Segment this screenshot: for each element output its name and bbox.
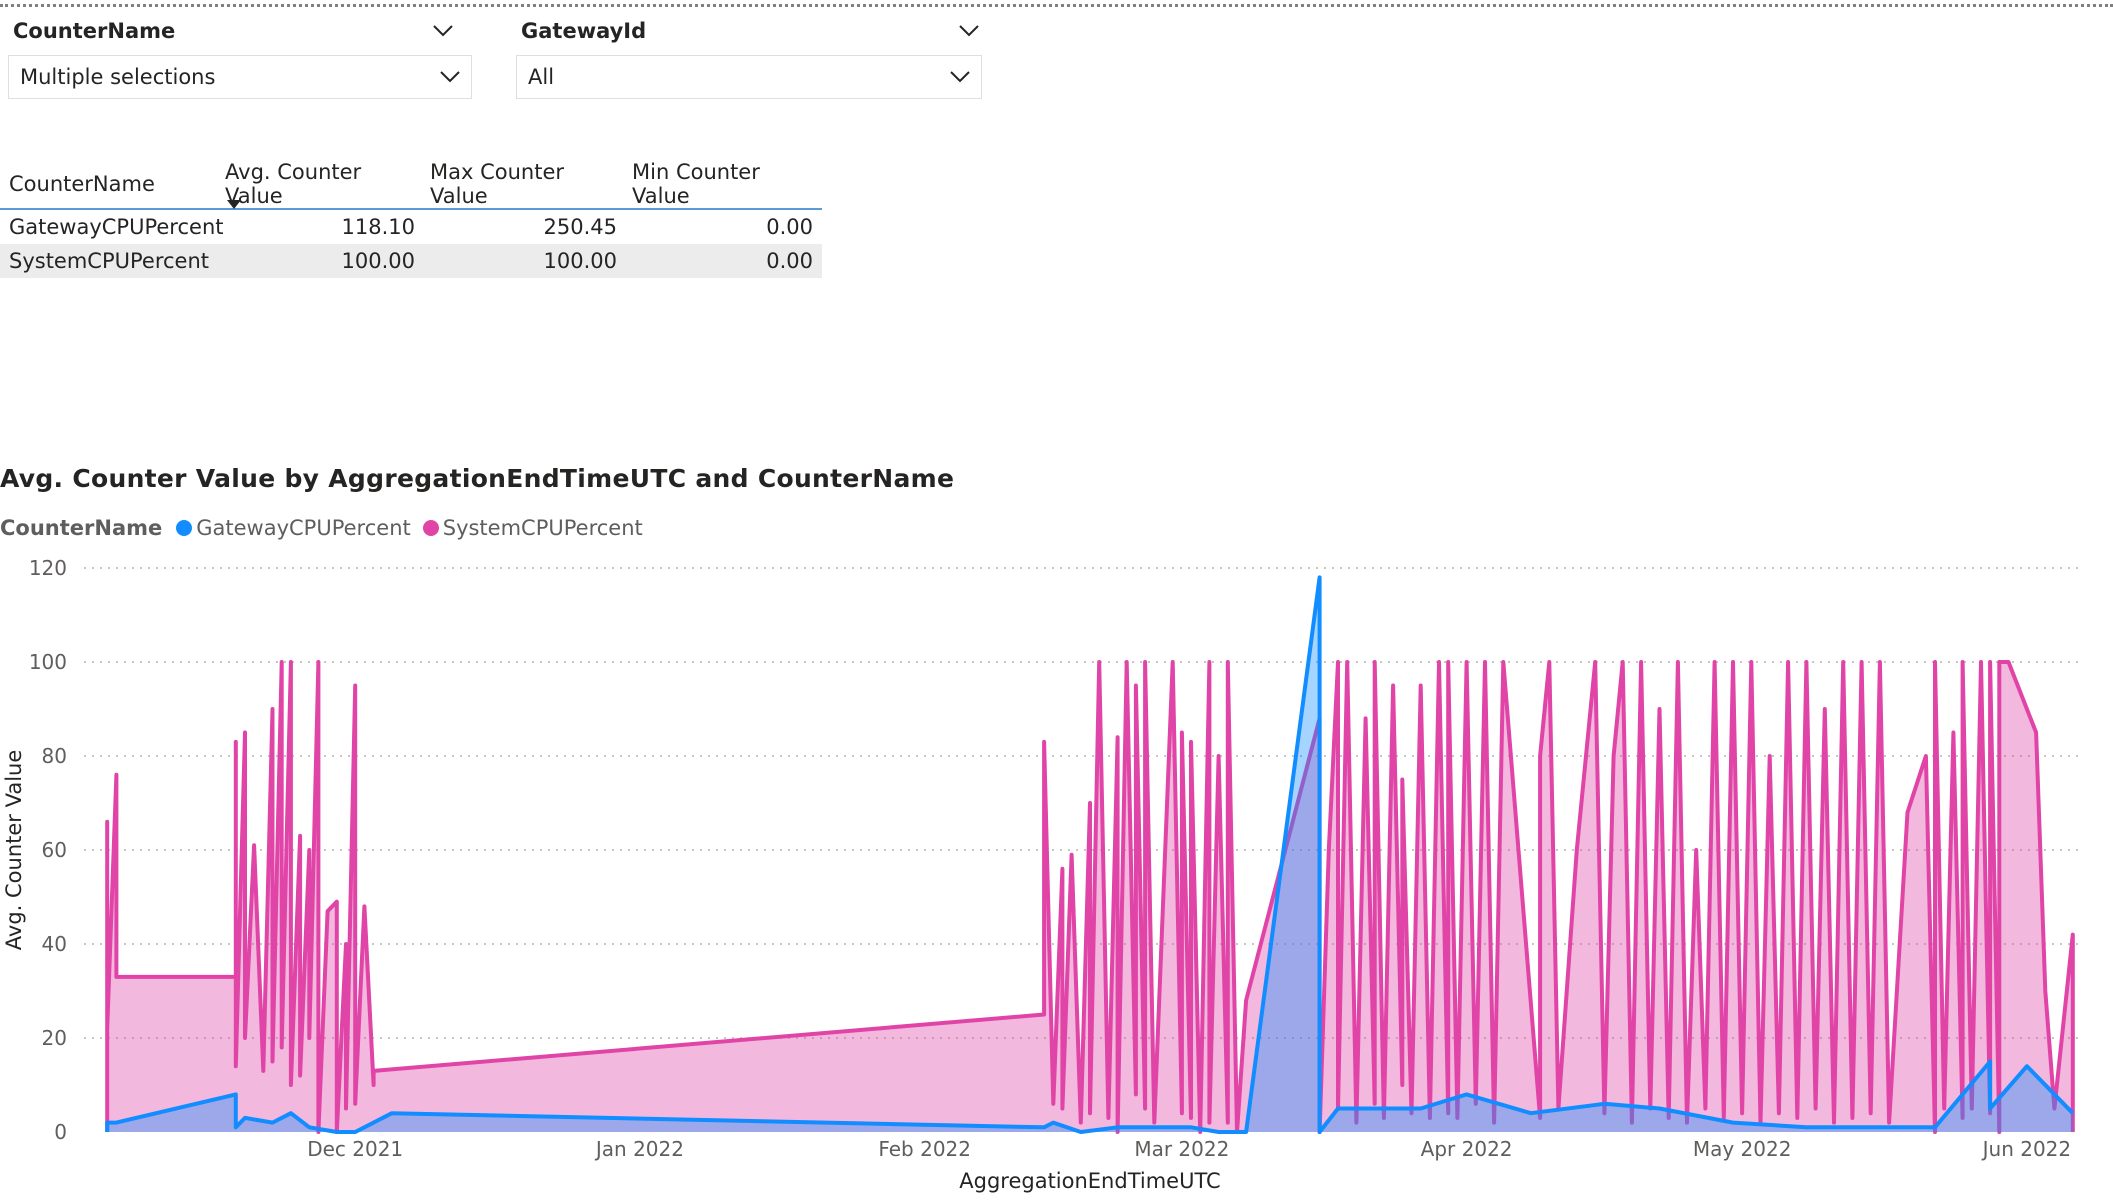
series-line-systemcpupercent	[105, 660, 2075, 1134]
y-tick-label: 20	[42, 1026, 67, 1050]
y-tick-label: 100	[29, 650, 67, 674]
legend-item-gatewaycpupercent[interactable]: GatewayCPUPercent	[176, 516, 411, 540]
gateway-id-slicer[interactable]: GatewayId All	[510, 14, 982, 99]
table-cell: SystemCPUPercent	[9, 249, 210, 273]
column-header-countername[interactable]: CounterName	[0, 172, 215, 196]
y-tick-label: 0	[54, 1120, 67, 1144]
table-cell: 0.00	[766, 249, 813, 273]
table-cell: 118.10	[341, 215, 415, 239]
column-header-max-counter-value[interactable]: Max Counter Value	[415, 160, 617, 208]
legend-item-systemcpupercent[interactable]: SystemCPUPercent	[422, 516, 643, 540]
x-tick-label: Feb 2022	[878, 1137, 971, 1161]
counter-name-dropdown[interactable]: Multiple selections	[8, 55, 472, 99]
y-tick-label: 60	[42, 838, 67, 862]
x-tick-label: Jan 2022	[594, 1137, 684, 1161]
area-chart[interactable]: 0 20 40 60 80 100 120 Dec 2021 Jan 2022 Feb 2022 M…	[0, 540, 2113, 1201]
chart-legend: CounterName GatewayCPUPercent SystemCPUP…	[0, 516, 655, 540]
table-row[interactable]: GatewayCPUPercent 118.10 250.45 0.00	[0, 210, 822, 244]
counter-summary-table: CounterName Avg. Counter Value Max Count…	[0, 160, 822, 278]
legend-label: SystemCPUPercent	[442, 516, 643, 540]
x-tick-label: Mar 2022	[1134, 1137, 1229, 1161]
legend-label: GatewayCPUPercent	[196, 516, 411, 540]
column-header-avg-counter-value[interactable]: Avg. Counter Value	[215, 160, 415, 208]
x-tick-label: Dec 2021	[307, 1137, 403, 1161]
slicer-title: GatewayId	[521, 19, 647, 43]
table-cell: 100.00	[341, 249, 415, 273]
table-row[interactable]: SystemCPUPercent 100.00 100.00 0.00	[0, 244, 822, 278]
report-top-border	[0, 4, 2113, 7]
y-tick-label: 40	[42, 932, 67, 956]
legend-title: CounterName	[0, 516, 163, 540]
chevron-down-icon[interactable]	[432, 24, 454, 38]
x-tick-label: Jun 2022	[1981, 1137, 2072, 1161]
gateway-id-dropdown[interactable]: All	[516, 55, 982, 99]
table-cell: 100.00	[543, 249, 617, 273]
slicer-selected-value: All	[528, 65, 555, 89]
y-tick-label: 80	[42, 744, 67, 768]
x-tick-label: Apr 2022	[1421, 1137, 1513, 1161]
chevron-down-icon[interactable]	[958, 24, 980, 38]
counter-name-slicer[interactable]: CounterName Multiple selections	[2, 14, 472, 99]
slicer-header[interactable]: CounterName	[2, 14, 464, 48]
table-header-row: CounterName Avg. Counter Value Max Count…	[0, 160, 822, 210]
table-cell: 0.00	[766, 215, 813, 239]
legend-marker	[422, 520, 439, 536]
table-cell: GatewayCPUPercent	[9, 215, 224, 239]
x-tick-label: May 2022	[1693, 1137, 1792, 1161]
legend-marker	[176, 520, 193, 536]
slicer-title: CounterName	[13, 19, 176, 43]
slicer-header[interactable]: GatewayId	[510, 14, 979, 48]
chart-title: Avg. Counter Value by AggregationEndTime…	[0, 464, 955, 493]
y-axis-title: Avg. Counter Value	[2, 750, 26, 951]
column-header-min-counter-value[interactable]: Min Counter Value	[617, 160, 813, 208]
table-cell: 250.45	[543, 215, 617, 239]
slicer-selected-value: Multiple selections	[20, 65, 216, 89]
chevron-down-icon[interactable]	[949, 70, 971, 84]
x-axis-title: AggregationEndTimeUTC	[959, 1169, 1220, 1193]
sort-descending-icon	[227, 200, 241, 209]
y-tick-label: 120	[29, 556, 67, 580]
chevron-down-icon[interactable]	[439, 70, 461, 84]
